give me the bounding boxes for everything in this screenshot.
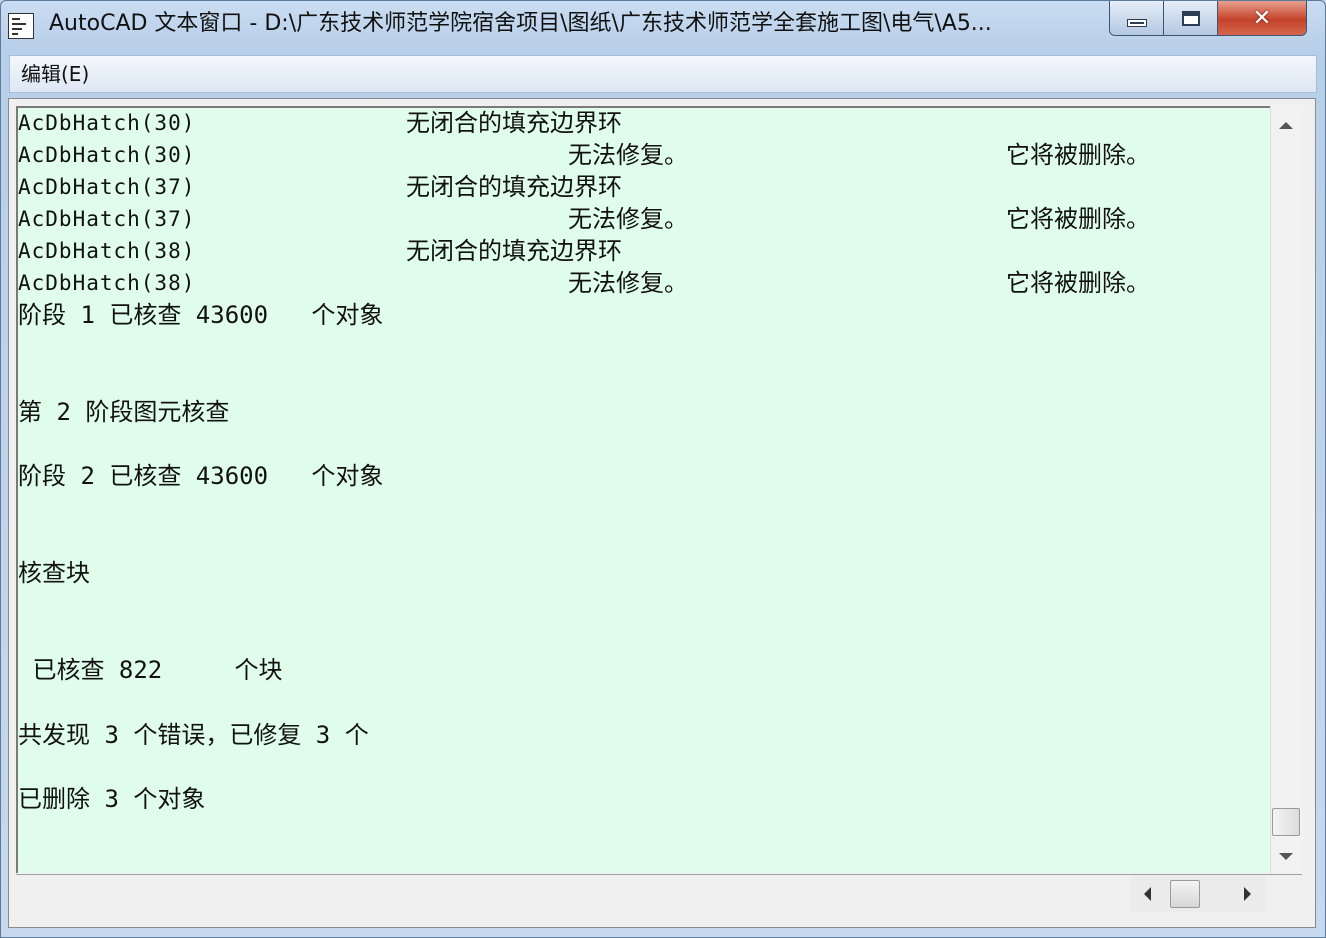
caption-buttons: ✕ [1109, 1, 1307, 36]
blocks-checked-line: 已核查 822 个块 [18, 656, 283, 684]
vertical-scrollbar[interactable] [1270, 106, 1302, 873]
stage2-checked-line: 阶段 2 已核查 43600 个对象 [18, 462, 384, 490]
console-message: 无法修复。 [568, 269, 688, 297]
maximize-icon [1181, 10, 1200, 26]
console-object-name: AcDbHatch(30) [18, 143, 196, 167]
stage1-checked-line: 阶段 1 已核查 43600 个对象 [18, 301, 384, 329]
close-icon: ✕ [1252, 5, 1272, 31]
console-object-name: AcDbHatch(38) [18, 239, 196, 263]
scroll-left-arrow-icon[interactable] [1144, 887, 1151, 901]
vertical-scroll-thumb[interactable] [1272, 808, 1300, 836]
command-line-input[interactable] [16, 874, 1302, 914]
console-message-tail: 它将被删除。 [1006, 141, 1150, 169]
minimize-icon [1127, 20, 1146, 26]
console-message: 无闭合的填充边界环 [406, 173, 622, 201]
console-object-name: AcDbHatch(37) [18, 207, 196, 231]
menu-edit[interactable]: 编辑(E) [21, 62, 89, 86]
console-object-name: AcDbHatch(38) [18, 271, 196, 295]
title-bar[interactable]: AutoCAD 文本窗口 - D:\广东技术师范学院宿舍项目\图纸\广东技术师范… [1, 1, 1325, 51]
text-window-icon[interactable] [8, 13, 34, 39]
scroll-right-arrow-icon[interactable] [1244, 887, 1251, 901]
maximize-button[interactable] [1164, 1, 1218, 35]
horizontal-scrollbar[interactable] [1130, 876, 1266, 912]
check-blocks-line: 核查块 [18, 559, 90, 587]
console-object-name: AcDbHatch(30) [18, 111, 196, 135]
errors-summary-line: 共发现 3 个错误，已修复 3 个 [18, 721, 369, 749]
console-object-name: AcDbHatch(37) [18, 175, 196, 199]
console-output[interactable]: AcDbHatch(30) 无闭合的填充边界环 AcDbHatch(30) 无法… [16, 106, 1270, 873]
console-message-tail: 它将被删除。 [1006, 205, 1150, 233]
console-message: 无闭合的填充边界环 [406, 109, 622, 137]
scroll-up-arrow-icon[interactable] [1279, 122, 1293, 129]
console-line: AcDbHatch(38) 无法修复。 它将被删除。 [18, 269, 1150, 409]
close-button[interactable]: ✕ [1218, 1, 1306, 35]
console-message: 无法修复。 [568, 205, 688, 233]
horizontal-scroll-thumb[interactable] [1170, 880, 1200, 908]
stage2-header-line: 第 2 阶段图元核查 [18, 398, 230, 426]
console-message-tail: 它将被删除。 [1006, 269, 1150, 297]
scroll-down-arrow-icon[interactable] [1279, 853, 1293, 860]
deleted-summary-line: 已删除 3 个对象 [18, 785, 206, 813]
console-message: 无闭合的填充边界环 [406, 237, 622, 265]
menu-bar: 编辑(E) [9, 55, 1317, 93]
minimize-button[interactable] [1110, 1, 1164, 35]
console-message: 无法修复。 [568, 141, 688, 169]
window-title: AutoCAD 文本窗口 - D:\广东技术师范学院宿舍项目\图纸\广东技术师范… [49, 11, 992, 36]
